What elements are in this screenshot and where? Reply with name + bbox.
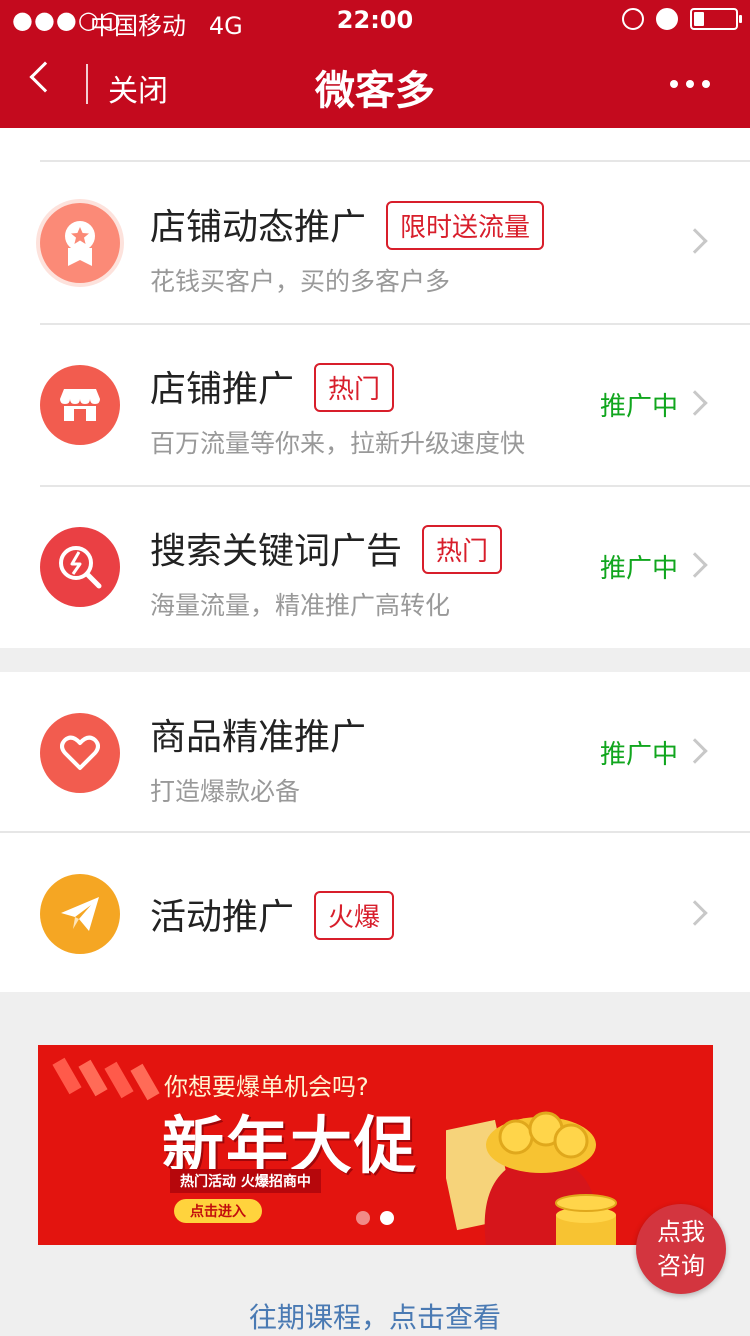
promotion-status: 推广中 — [599, 392, 678, 422]
past-courses-link[interactable]: 往期课程，点击查看 — [0, 1296, 750, 1336]
paper-plane-icon — [40, 874, 120, 954]
carousel-dot-active[interactable] — [380, 1211, 394, 1225]
item-subtitle: 百万流量等你来，拉新升级速度快 — [150, 429, 526, 458]
chevron-right-icon — [682, 390, 708, 416]
divider — [0, 831, 750, 833]
chevron-right-icon — [682, 228, 708, 254]
more-menu-icon[interactable] — [670, 80, 710, 88]
chevron-right-icon — [682, 900, 708, 926]
storefront-icon — [40, 365, 120, 445]
firecracker-icon — [52, 1057, 160, 1101]
item-subtitle: 花钱买客户，买的多客户多 — [150, 267, 451, 296]
nav-bar: 关闭 微客多 — [0, 40, 750, 128]
list-item-shop-promotion[interactable]: 店铺推广 热门 百万流量等你来，拉新升级速度快 推广中 — [0, 324, 750, 484]
alarm-icon — [656, 8, 678, 30]
search-lightning-icon — [40, 527, 120, 607]
consult-button[interactable]: 点我 咨询 — [636, 1204, 726, 1294]
item-tag: 火爆 — [314, 890, 395, 940]
new-year-promo-banner[interactable]: 你想要爆单机会吗? 新年大促 热门活动 火爆招商中 点击进入 — [38, 1045, 713, 1245]
carousel-dots[interactable] — [356, 1211, 394, 1225]
page-title: 微客多 — [315, 68, 435, 114]
item-title: 活动推广 火爆 — [150, 888, 395, 944]
lucky-bag-coins-icon — [446, 1111, 617, 1245]
list-item-activity-promotion[interactable]: 活动推广 火爆 — [0, 834, 750, 994]
banner-cta-button[interactable]: 点击进入 — [174, 1199, 262, 1223]
chevron-right-icon — [682, 552, 708, 578]
item-title: 商品精准推广 — [150, 717, 367, 758]
battery-icon — [690, 8, 742, 30]
chevron-right-icon — [682, 738, 708, 764]
item-tag: 热门 — [314, 362, 395, 412]
item-subtitle: 打造爆款必备 — [150, 777, 301, 806]
promotion-status: 推广中 — [599, 740, 678, 770]
list-item-product-precision[interactable]: 商品精准推广 打造爆款必备 推广中 — [0, 672, 750, 832]
banner-strip: 热门活动 火爆招商中 — [170, 1169, 321, 1193]
item-subtitle: 海量流量，精准推广高转化 — [150, 591, 451, 620]
item-title: 店铺动态推广 限时送流量 — [150, 198, 545, 254]
list-item-keyword-ads[interactable]: 搜索关键词广告 热门 海量流量，精准推广高转化 推广中 — [0, 486, 750, 646]
status-bar: ●●●○○ 中国移动 4G 22:00 — [0, 0, 750, 40]
orientation-lock-icon — [622, 8, 644, 30]
award-ribbon-icon — [40, 203, 120, 283]
item-title: 搜索关键词广告 热门 — [150, 522, 503, 578]
promotion-card-1: 店铺动态推广 限时送流量 花钱买客户，买的多客户多 店铺推广 热门 百万流量等你来，… — [0, 128, 750, 648]
item-title: 店铺推广 热门 — [150, 360, 395, 416]
status-icons — [622, 8, 742, 30]
top-bar: ●●●○○ 中国移动 4G 22:00 关闭 微客多 — [0, 0, 750, 128]
list-item-shop-dynamic[interactable]: 店铺动态推广 限时送流量 花钱买客户，买的多客户多 — [0, 162, 750, 322]
promotion-card-2: 商品精准推广 打造爆款必备 推广中 活动推广 火爆 — [0, 672, 750, 992]
carousel-dot[interactable] — [356, 1211, 370, 1225]
promotion-status: 推广中 — [599, 554, 678, 584]
item-tag: 热门 — [422, 524, 503, 574]
item-tag: 限时送流量 — [386, 200, 545, 250]
heart-icon — [40, 713, 120, 793]
